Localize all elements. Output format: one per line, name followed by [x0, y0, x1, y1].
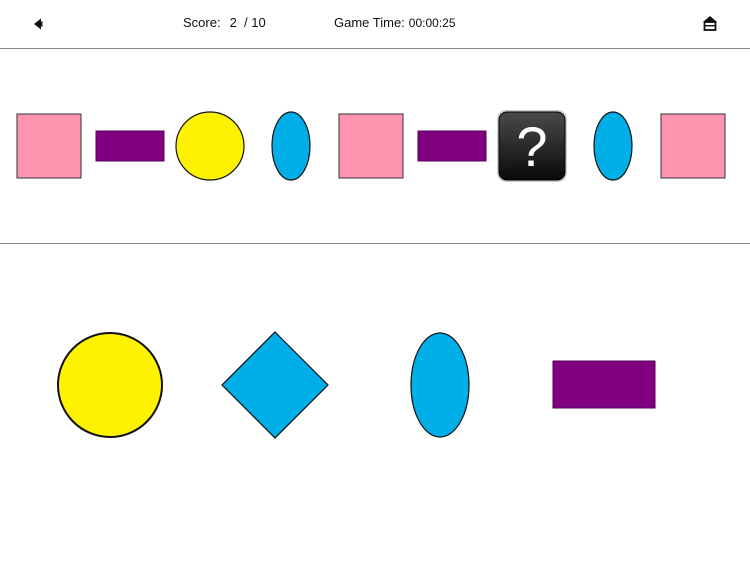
game-time-value: 00:00:25	[408, 16, 456, 30]
sequence-item-circle	[175, 111, 245, 181]
top-bar: Score: 2 / 10 Game Time: 00:00:25	[0, 0, 750, 49]
sequence-item-rectangle	[417, 130, 487, 162]
sequence-item-ellipse	[271, 111, 311, 181]
choices-panel	[0, 244, 750, 563]
score-label: Score:	[183, 15, 221, 30]
choice-diamond[interactable]	[221, 331, 329, 439]
home-button[interactable]	[698, 11, 722, 35]
game-screen: Score: 2 / 10 Game Time: 00:00:25 ?	[0, 0, 750, 563]
sequence-item-ellipse	[593, 111, 633, 181]
score-value: 2 / 10	[229, 15, 266, 30]
game-time-display: Game Time: 00:00:25	[334, 15, 456, 30]
answer-choices	[57, 331, 656, 439]
sequence-item-square	[16, 113, 82, 179]
sequence-item-square	[660, 113, 726, 179]
choice-rectangle[interactable]	[552, 360, 656, 409]
score-display: Score: 2 / 10	[183, 15, 266, 30]
choice-circle[interactable]	[57, 332, 163, 438]
home-icon	[703, 16, 717, 31]
sequence-panel: ?	[0, 49, 750, 244]
sequence-item-question[interactable]: ?	[497, 110, 567, 182]
back-arrow-icon	[34, 18, 43, 30]
sequence-shapes: ?	[16, 110, 726, 182]
sequence-item-square	[338, 113, 404, 179]
sequence-item-rectangle	[95, 130, 165, 162]
back-button[interactable]	[26, 12, 50, 36]
game-time-label: Game Time:	[334, 15, 405, 30]
choice-ellipse[interactable]	[410, 332, 470, 438]
question-mark: ?	[516, 115, 547, 178]
